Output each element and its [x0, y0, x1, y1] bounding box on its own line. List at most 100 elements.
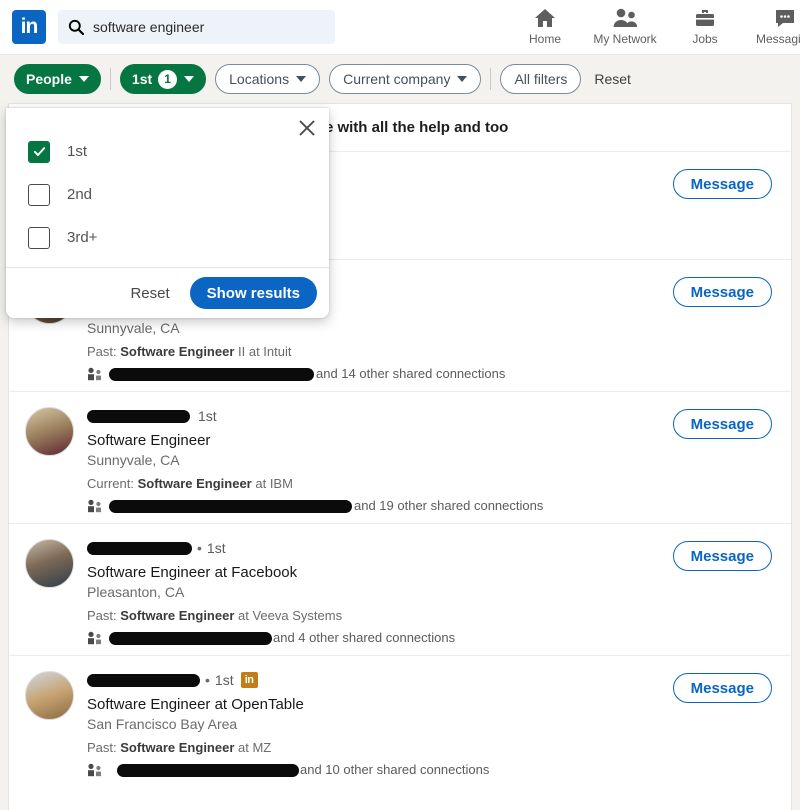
avatar[interactable] [25, 671, 74, 720]
filter-people-button[interactable]: People [14, 64, 101, 94]
chevron-down-icon [78, 76, 89, 82]
shared-connections[interactable]: and 10 other shared connections [87, 762, 489, 777]
experience-match: Software Engineer [120, 608, 235, 623]
filter-bar: People 1st 1 Locations Current company A… [0, 55, 800, 103]
show-results-button[interactable]: Show results [189, 277, 317, 309]
experience-suffix: at IBM [255, 476, 293, 491]
connection-degree: 1st [198, 408, 217, 424]
redacted-names [109, 632, 272, 645]
shared-connections-icon [88, 763, 101, 776]
shared-connections-icon [88, 367, 101, 380]
profile-headline: Software Engineer at Facebook [87, 564, 298, 581]
avatar[interactable] [25, 407, 74, 456]
experience-suffix: at MZ [238, 740, 272, 755]
home-icon [533, 6, 557, 30]
name-separator-dot: • [197, 540, 202, 556]
nav-item-my-network[interactable]: My Network [585, 0, 665, 46]
dropdown-option-1st[interactable]: 1st [28, 130, 329, 173]
filter-degree-button[interactable]: 1st 1 [119, 64, 207, 94]
shared-connections[interactable]: and 19 other shared connections [87, 498, 543, 513]
filter-degree-label: 1st [131, 71, 153, 87]
filters-reset-link[interactable]: Reset [594, 71, 631, 87]
profile-location: Pleasanton, CA [87, 584, 185, 600]
profile-name[interactable]: 1st [87, 406, 543, 426]
filter-locations-button[interactable]: Locations [215, 64, 321, 94]
chevron-down-icon [184, 76, 195, 82]
dropdown-option-label: 1st [67, 143, 88, 160]
dropdown-reset-button[interactable]: Reset [120, 279, 179, 308]
dropdown-option-2nd[interactable]: 2nd [28, 173, 329, 216]
all-filters-button[interactable]: All filters [500, 64, 582, 94]
message-button[interactable]: Message [672, 277, 772, 307]
checkbox-3rd-plus[interactable] [28, 226, 50, 249]
filter-current-company-label: Current company [343, 71, 451, 87]
top-navigation-bar: in software engineer Home My Network Job… [0, 0, 800, 55]
experience-prefix: Past: [87, 740, 117, 755]
search-result-row[interactable]: • 1st Software Engineer at Facebook Plea… [9, 524, 791, 656]
avatar[interactable] [25, 539, 74, 588]
redacted-name [87, 541, 192, 555]
filter-divider-1 [109, 68, 111, 90]
linkedin-premium-badge-icon: in [240, 672, 258, 688]
search-input[interactable]: software engineer [58, 10, 335, 44]
nav-items: Home My Network Jobs Messagi [505, 0, 800, 55]
chevron-down-icon [457, 76, 468, 82]
search-icon [68, 19, 84, 35]
nav-item-home[interactable]: Home [505, 0, 585, 46]
nav-item-messaging[interactable]: Messaging [745, 0, 800, 46]
redacted-names [117, 764, 299, 777]
message-button[interactable]: Message [672, 409, 772, 439]
connection-degree-dropdown: 1st 2nd 3rd+ Reset Show results [6, 108, 329, 318]
dropdown-option-3rd-plus[interactable]: 3rd+ [28, 216, 329, 259]
profile-experience: Past: Software Engineer II at Intuit [87, 344, 505, 359]
close-icon[interactable] [298, 119, 316, 137]
filter-people-label: People [26, 71, 72, 87]
experience-match: Software Engineer [137, 476, 252, 491]
dropdown-option-label: 3rd+ [67, 229, 98, 246]
shared-connections-text: and 10 other shared connections [109, 762, 489, 777]
search-result-row[interactable]: 1st Software Engineer Sunnyvale, CA Curr… [9, 392, 791, 524]
profile-location: Sunnyvale, CA [87, 452, 180, 468]
redacted-names [109, 500, 352, 513]
shared-connections-icon [88, 499, 101, 512]
dropdown-footer: Reset Show results [6, 267, 329, 318]
message-button[interactable]: Message [672, 541, 772, 571]
shared-connections-text: and 19 other shared connections [109, 498, 543, 513]
experience-prefix: Current: [87, 476, 134, 491]
experience-suffix: at Veeva Systems [238, 608, 343, 623]
shared-connections-text: and 14 other shared connections [109, 366, 505, 381]
briefcase-icon [693, 6, 717, 30]
message-bubble-icon [773, 6, 797, 30]
check-icon [33, 147, 45, 157]
shared-connections[interactable]: and 14 other shared connections [87, 366, 505, 381]
experience-prefix: Past: [87, 608, 117, 623]
connection-degree: 1st [206, 540, 226, 556]
profile-headline: Software Engineer at OpenTable [87, 696, 304, 713]
filter-locations-label: Locations [229, 71, 290, 87]
chevron-down-icon [296, 76, 307, 82]
connection-degree: 1st [214, 672, 234, 688]
nav-label-jobs: Jobs [692, 32, 718, 46]
shared-connections[interactable]: and 4 other shared connections [87, 630, 455, 645]
profile-name[interactable]: • 1st in [87, 670, 489, 690]
redacted-name [87, 673, 200, 687]
search-result-row[interactable]: • 1st in Software Engineer at OpenTable … [9, 656, 791, 787]
message-button[interactable]: Message [672, 169, 772, 199]
checkbox-2nd[interactable] [28, 183, 50, 206]
shared-connections-text: and 4 other shared connections [109, 630, 455, 645]
redacted-names [109, 368, 314, 381]
filter-degree-count-badge: 1 [158, 69, 178, 89]
search-query-value: software engineer [93, 19, 205, 35]
profile-experience: Past: Software Engineer at MZ [87, 740, 489, 755]
filter-current-company-button[interactable]: Current company [329, 64, 482, 94]
nav-item-jobs[interactable]: Jobs [665, 0, 745, 46]
experience-match: Software Engineer [120, 740, 235, 755]
experience-suffix: II at Intuit [238, 344, 292, 359]
linkedin-logo[interactable]: in [12, 10, 46, 44]
profile-experience: Past: Software Engineer at Veeva Systems [87, 608, 455, 623]
profile-name[interactable]: • 1st [87, 538, 455, 558]
all-filters-label: All filters [514, 71, 568, 87]
profile-location: San Francisco Bay Area [87, 716, 238, 732]
checkbox-1st[interactable] [28, 140, 50, 163]
message-button[interactable]: Message [672, 673, 772, 703]
